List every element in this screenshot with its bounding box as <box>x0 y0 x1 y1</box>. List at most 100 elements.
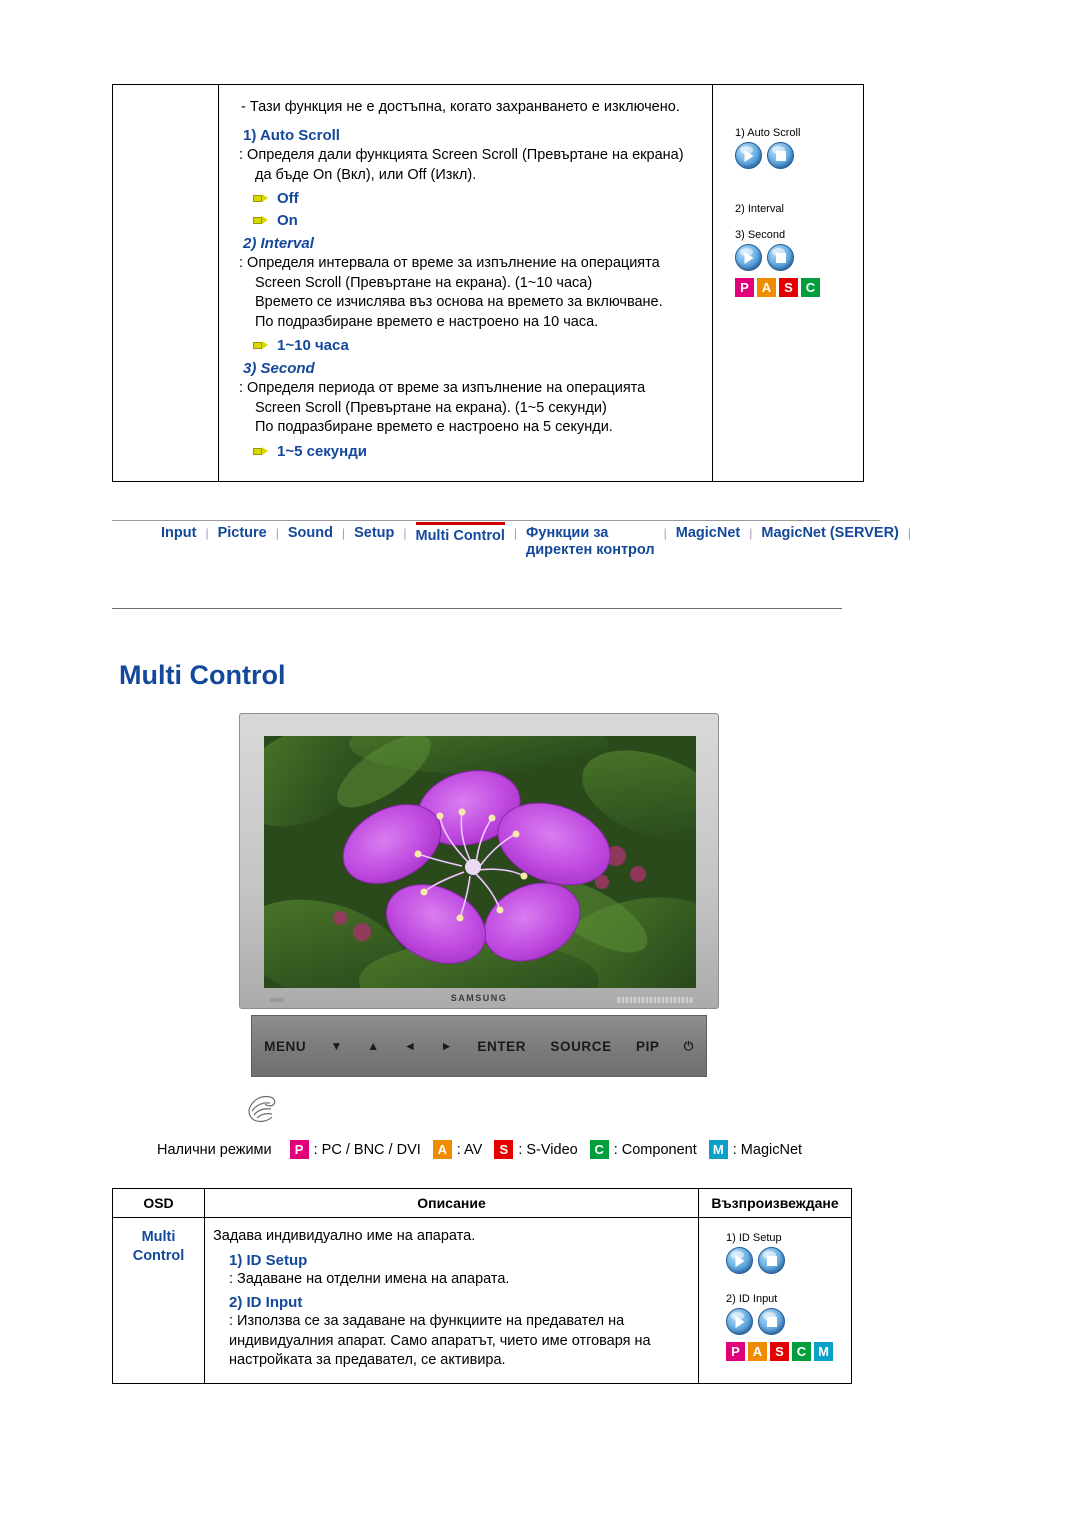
osd-description-cell: - Тази функция не е достъпна, когато зах… <box>219 85 713 481</box>
nav-item-setup[interactable]: Setup <box>354 525 394 541</box>
right-arrow-button-icon[interactable] <box>735 244 762 271</box>
second-icon-cluster: 3) Second P A S C <box>735 229 820 297</box>
osd-name-cell <box>113 85 219 481</box>
desc-line-2: : Задаване на отделни имена на апарата. <box>229 1270 510 1287</box>
auto-scroll-title: 1) Auto Scroll <box>243 127 340 144</box>
right-arrow-button-icon[interactable] <box>735 142 762 169</box>
nav-item-magicnet[interactable]: MagicNet <box>676 525 740 541</box>
option-seconds: 1~5 секунди <box>253 443 700 460</box>
menu-button[interactable]: MENU <box>264 1039 306 1054</box>
source-button[interactable]: SOURCE <box>550 1039 611 1054</box>
osd-name-line2: Control <box>132 1248 185 1264</box>
interval-desc-line4: По подразбиране времето е настроено на 1… <box>255 313 599 330</box>
stop-button-icon[interactable] <box>758 1308 785 1335</box>
id-setup-icon-label: 1) ID Setup <box>726 1232 782 1244</box>
auto-scroll-desc-line1: : Определя дали функцията Screen Scroll … <box>239 147 684 163</box>
cell-osd-name: Multi Control <box>113 1218 205 1383</box>
right-arrow-button-icon[interactable] <box>726 1308 753 1335</box>
arrow-bullet-icon <box>253 216 269 225</box>
id-setup-title: 1) ID Setup <box>229 1251 308 1269</box>
id-input-buttons <box>726 1308 833 1335</box>
nav-item-direct-control[interactable]: Функции за директен контрол <box>526 525 655 559</box>
tag-p: P <box>289 1140 309 1159</box>
flower-photo <box>264 736 696 988</box>
content-divider <box>112 608 842 609</box>
arrow-bullet-icon <box>253 341 269 350</box>
down-arrow-icon[interactable]: ▼ <box>331 1039 343 1053</box>
available-modes-legend: Налични режими P : PC / BNC / DVI A : AV… <box>157 1140 814 1159</box>
nav-top-rule <box>112 520 880 521</box>
option-on: On <box>253 212 700 229</box>
monitor-bezel: SAMSUNG <box>239 713 719 1009</box>
mode-tags: P A S C <box>735 278 820 297</box>
pointing-hand-icon <box>244 1087 284 1127</box>
left-arrow-icon[interactable]: ◄ <box>404 1039 416 1053</box>
interval-title: 2) Interval <box>243 235 314 252</box>
nav-item-magicnet-server[interactable]: MagicNet (SERVER) <box>761 525 899 541</box>
osd-playback-cell: 1) Auto Scroll 2) Interval 3) Second P A… <box>713 85 863 481</box>
monitor-control-bar: MENU ▼ ▲ ◄ ► ENTER SOURCE PIP ⏻ <box>251 1015 707 1077</box>
right-arrow-icon[interactable]: ► <box>441 1039 453 1053</box>
stop-button-icon[interactable] <box>767 142 794 169</box>
nav-separator: | <box>403 526 407 540</box>
auto-scroll-desc-line2: да бъде On (Вкл), или Off (Изкл). <box>255 166 477 183</box>
mode-pc: P : PC / BNC / DVI <box>289 1140 421 1159</box>
nav-items: Input | Picture | Sound | Setup | Multi … <box>112 522 920 559</box>
tag-s: S <box>779 278 798 297</box>
arrow-bullet-icon <box>253 194 269 203</box>
enter-button[interactable]: ENTER <box>477 1039 526 1054</box>
nav-item-sound[interactable]: Sound <box>288 525 333 541</box>
nav-separator: | <box>749 526 753 540</box>
pip-button[interactable]: PIP <box>636 1039 660 1054</box>
tag-c: C <box>792 1342 811 1361</box>
right-arrow-button-icon[interactable] <box>726 1247 753 1274</box>
header-description: Описание <box>205 1189 699 1217</box>
stop-button-icon[interactable] <box>767 244 794 271</box>
second-icon-label: 3) Second <box>735 229 786 241</box>
id-input-title: 2) ID Input <box>229 1294 303 1311</box>
nav-item-input[interactable]: Input <box>112 525 196 541</box>
interval-desc-line2: Screen Scroll (Превъртане на екрана). (1… <box>255 274 593 291</box>
monitor-screen <box>264 736 696 988</box>
id-input-icon-cluster: 2) ID Input P A S C M <box>726 1293 833 1361</box>
tag-m: M <box>814 1342 833 1361</box>
tag-p: P <box>726 1342 745 1361</box>
mode-pc-text: : PC / BNC / DVI <box>313 1141 421 1158</box>
desc-line-3: : Използва се за задаване на функциите н… <box>229 1313 625 1329</box>
nav-item-multi-control[interactable]: Multi Control <box>415 522 505 544</box>
desc-line-4: индивидуалния апарат. Само апаратът, чие… <box>229 1332 651 1349</box>
mode-av: A : AV <box>432 1140 482 1159</box>
auto-scroll-icon-cluster: 1) Auto Scroll <box>735 127 800 169</box>
second-buttons <box>735 244 820 271</box>
nav-item-picture[interactable]: Picture <box>218 525 267 541</box>
second-desc-line1: : Определя периода от време за изпълнени… <box>239 380 646 396</box>
desc-line-5: настройката за предавател, се активира. <box>229 1352 506 1368</box>
mode-magicnet: M : MagicNet <box>708 1140 802 1159</box>
osd-description-table-top: - Тази функция не е достъпна, когато зах… <box>112 84 864 482</box>
up-arrow-icon[interactable]: ▲ <box>367 1039 379 1053</box>
cell-playback: 1) ID Setup 2) ID Input P A S C M <box>699 1218 851 1383</box>
power-button-icon[interactable]: ⏻ <box>684 1039 694 1054</box>
stop-button-icon[interactable] <box>758 1247 785 1274</box>
interval-icon-cluster: 2) Interval <box>735 203 784 218</box>
nav-item-direct-control-line1: Функции за <box>526 525 609 541</box>
option-hours-label: 1~10 часа <box>277 337 349 354</box>
mode-svideo-text: : S-Video <box>518 1141 578 1158</box>
tag-a: A <box>748 1342 767 1361</box>
osd-name-line1: Multi <box>141 1229 176 1245</box>
tag-m: M <box>708 1140 728 1159</box>
tag-a: A <box>432 1140 452 1159</box>
auto-scroll-buttons <box>735 142 800 169</box>
cell-description: Задава индивидуално име на апарата. 1) I… <box>205 1218 699 1383</box>
interval-icon-label: 2) Interval <box>735 203 784 215</box>
arrow-bullet-icon <box>253 446 269 456</box>
nav-separator: | <box>907 526 911 540</box>
interval-desc-line1: : Определя интервала от време за изпълне… <box>239 255 660 271</box>
tag-a: A <box>757 278 776 297</box>
mode-component: C : Component <box>589 1140 697 1159</box>
second-title: 3) Second <box>243 360 315 377</box>
section-navigation-bar: Input | Picture | Sound | Setup | Multi … <box>112 520 911 568</box>
second-desc-line3: По подразбиране времето е настроено на 5… <box>255 419 613 435</box>
table-row: Multi Control Задава индивидуално име на… <box>113 1218 851 1383</box>
option-on-label: On <box>277 212 298 229</box>
